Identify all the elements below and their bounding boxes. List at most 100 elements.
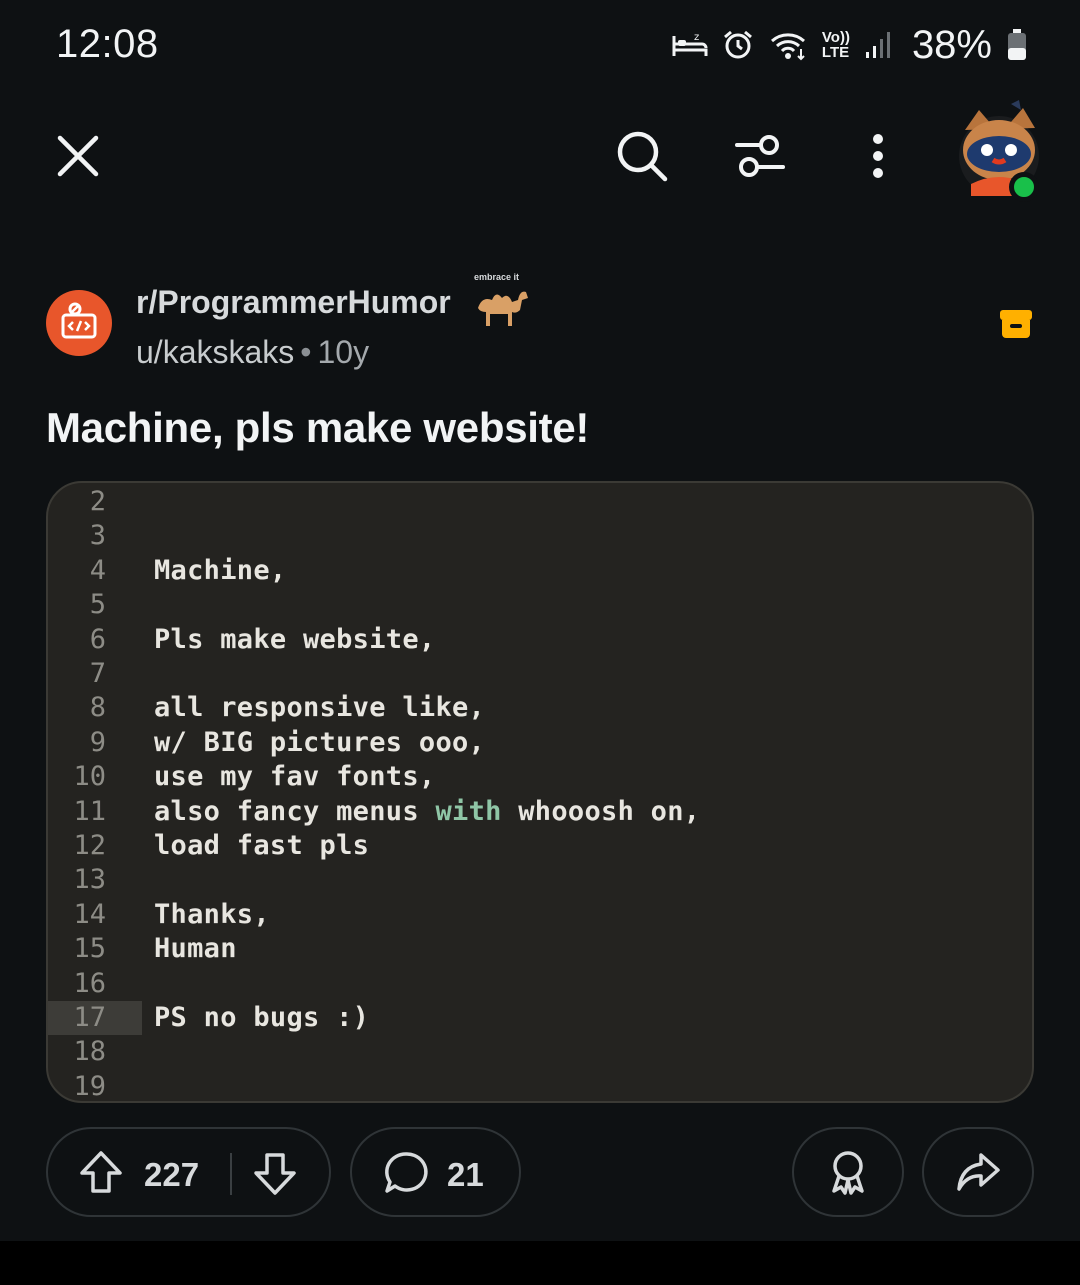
post-title[interactable]: Machine, pls make website! (46, 404, 589, 452)
camel-icon (478, 291, 528, 326)
more-options-button[interactable] (840, 118, 916, 194)
line-number: 16 (73, 967, 106, 999)
line-number: 12 (73, 830, 106, 861)
code-line: 15 Human (48, 932, 1032, 966)
share-button[interactable] (922, 1127, 1034, 1217)
filter-icon (735, 135, 785, 177)
comment-icon-wrap (382, 1149, 430, 1197)
upvote-button[interactable] (78, 1149, 124, 1195)
archived-badge[interactable] (998, 306, 1034, 342)
post-header: r/ProgrammerHumor embrace it u/kakskaks •… (46, 270, 1036, 380)
code-text-before: also fancy menus (154, 795, 436, 827)
code-line: 13 (48, 863, 1032, 897)
user-flair: embrace it (472, 270, 532, 330)
code-line: 3 (48, 519, 1032, 553)
line-number: 10 (73, 761, 106, 793)
filter-button[interactable] (722, 118, 798, 194)
signal-icon (864, 30, 894, 60)
search-button[interactable] (604, 118, 680, 194)
battery-icon (1006, 28, 1028, 62)
vote-bar: 227 (46, 1127, 331, 1217)
code-line: 9 w/ BIG pictures ooo, (48, 726, 1032, 760)
meta-separator: • (300, 334, 312, 370)
line-number: 11 (73, 795, 106, 827)
line-number: 2 (89, 486, 106, 517)
code-text: Pls make website, (154, 623, 436, 655)
line-number: 9 (89, 726, 106, 758)
top-app-bar (0, 100, 1080, 220)
award-button[interactable] (792, 1127, 904, 1217)
post-meta: u/kakskaks • 10y (136, 334, 369, 371)
line-number: 7 (89, 658, 106, 689)
volte-icon: Vo)) LTE (821, 29, 850, 61)
line-number: 4 (89, 554, 106, 586)
post-image[interactable]: 2 3 4 Machine, 5 6 Pls make website, 7 8 all resp… (46, 481, 1034, 1103)
code-line: 7 (48, 657, 1032, 691)
code-text-after: whooosh on, (501, 795, 701, 827)
code-line: 11 also fancy menus with whooosh on, (48, 795, 1032, 829)
avatar[interactable] (955, 100, 1051, 204)
code-text: Human (154, 933, 237, 965)
code-line: 18 (48, 1035, 1032, 1069)
line-number: 13 (73, 864, 106, 896)
line-number: 18 (73, 1036, 106, 1068)
close-icon (57, 135, 99, 177)
line-number: 5 (89, 589, 106, 621)
sleep-icon: z (672, 30, 708, 60)
code-line: 10 use my fav fonts, (48, 760, 1032, 794)
downvote-button[interactable] (252, 1151, 298, 1197)
code-keyword: with (435, 795, 502, 827)
post-screen: 12:08 z Vo)) LTE 38% r/ProgrammerHumor e… (0, 0, 1080, 1285)
code-icon (61, 302, 97, 339)
status-bar: 12:08 z Vo)) LTE 38% (0, 0, 1080, 90)
share-icon (957, 1153, 1000, 1191)
downvote-icon (254, 1153, 296, 1195)
search-icon (617, 131, 668, 182)
more-icon (873, 134, 883, 178)
subreddit-name[interactable]: r/ProgrammerHumor (136, 284, 451, 321)
code-line: 14 Thanks, (48, 898, 1032, 932)
comment-count: 21 (447, 1156, 484, 1193)
code-line: 4 Machine, (48, 554, 1032, 588)
line-number: 19 (73, 1070, 106, 1102)
code-text: w/ BIG pictures ooo, (154, 726, 486, 758)
code-text: all responsive like, (154, 692, 486, 724)
code-text: Machine, (154, 554, 287, 586)
flair-text: embrace it (474, 272, 520, 282)
code-text: use my fav fonts, (154, 761, 436, 793)
status-time: 12:08 (56, 22, 159, 66)
online-status-dot (1009, 172, 1039, 202)
author-name[interactable]: u/kakskaks (136, 334, 294, 370)
status-icons: z Vo)) LTE 38% (672, 22, 1028, 68)
code-line: 16 (48, 967, 1032, 1001)
subreddit-icon[interactable] (46, 290, 112, 356)
code-line: 17 PS no bugs :) (48, 1001, 1032, 1035)
bottom-edge (0, 1241, 1080, 1285)
code-line: 8 all responsive like, (48, 691, 1032, 725)
line-number: 6 (89, 623, 106, 655)
code-text: load fast pls (154, 830, 370, 861)
code-line: 2 (48, 485, 1032, 519)
line-number: 15 (73, 933, 106, 965)
comment-icon (385, 1152, 428, 1193)
close-button[interactable] (40, 118, 116, 194)
code-text: also fancy menus with whooosh on, (154, 795, 700, 829)
vote-divider (230, 1153, 232, 1195)
post-age: 10y (317, 334, 370, 370)
code-text: PS no bugs :) (154, 1002, 370, 1033)
line-number: 8 (89, 692, 106, 724)
comments-button[interactable]: 21 (350, 1127, 521, 1217)
vote-count: 227 (144, 1156, 200, 1193)
code-line: 6 Pls make website, (48, 623, 1032, 657)
archive-icon (1000, 310, 1032, 338)
code-text: Thanks, (154, 898, 270, 930)
svg-text:z: z (694, 32, 699, 43)
line-number: 14 (73, 898, 106, 930)
award-icon (832, 1151, 864, 1195)
line-number: 3 (89, 520, 106, 552)
code-line: 19 (48, 1070, 1032, 1102)
upvote-icon (80, 1151, 122, 1193)
line-number: 17 (48, 1001, 142, 1035)
code-line: 12 load fast pls (48, 829, 1032, 863)
battery-percent: 38% (911, 22, 992, 67)
